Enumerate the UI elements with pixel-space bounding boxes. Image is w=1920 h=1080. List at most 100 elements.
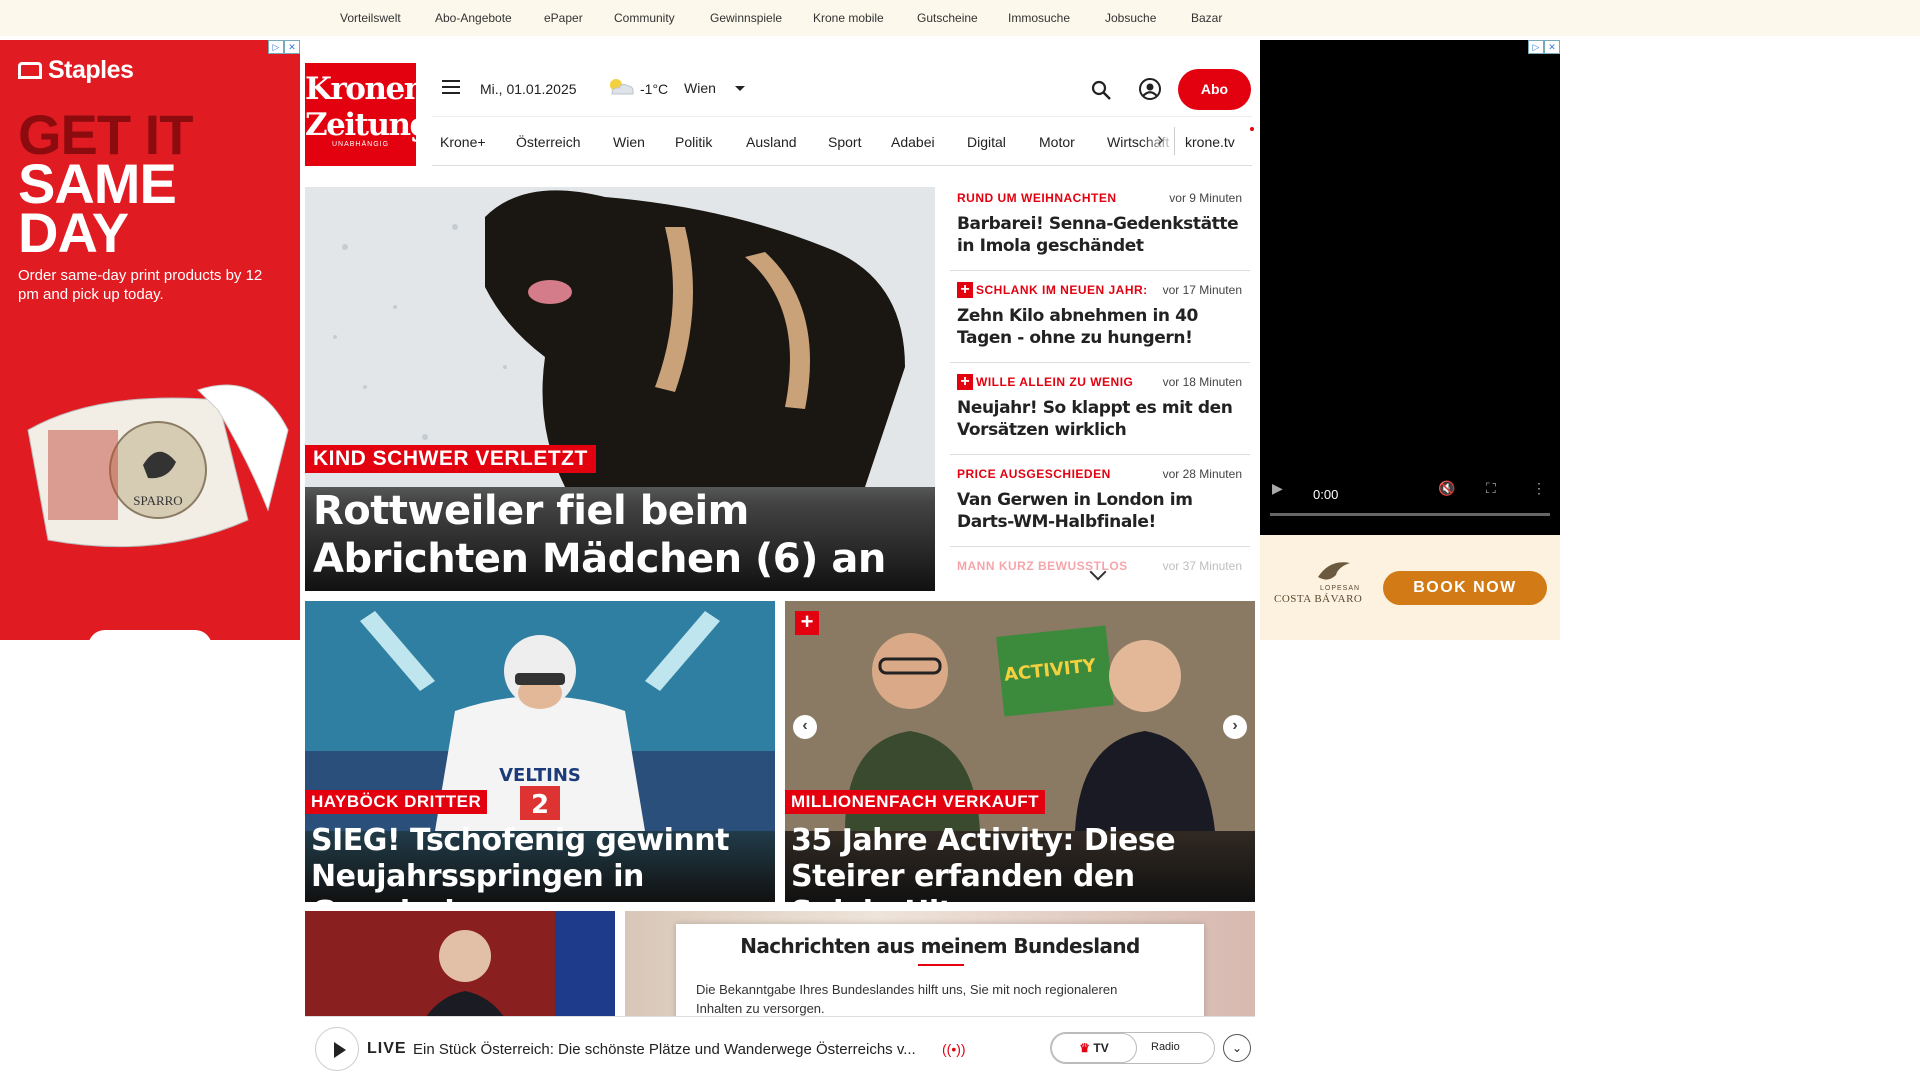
topnav-immosuche[interactable]: Immosuche — [1008, 11, 1070, 25]
popup-underline — [918, 964, 964, 966]
item-title[interactable]: Van Gerwen in London im Darts-WM-Halbfin… — [957, 489, 1247, 533]
ad-headline-line3: DAY — [18, 201, 129, 264]
nav-sport[interactable]: Sport — [828, 134, 861, 150]
nav-krone-tv[interactable]: krone.tv — [1185, 134, 1235, 150]
expand-chevron-icon[interactable]: ⌄ — [1223, 1034, 1251, 1062]
krone-plus-icon: + — [795, 611, 819, 635]
krone-plus-icon: + — [957, 282, 973, 298]
item-title[interactable]: Zehn Kilo abnehmen in 40 Tagen - ohne zu… — [957, 305, 1247, 349]
fullscreen-icon[interactable]: ⛶ — [1486, 480, 1496, 497]
logo-line2: Zeitung — [305, 107, 431, 143]
search-icon[interactable] — [1090, 79, 1112, 101]
radio-tab[interactable]: Radio — [1151, 1041, 1180, 1053]
live-player-bar: LIVE Ein Stück Österreich: Die schönste … — [305, 1016, 1255, 1080]
staples-logo: Staples — [18, 56, 134, 85]
video-progress-bar[interactable] — [1270, 513, 1550, 516]
item-time: vor 17 Minuten — [1162, 283, 1242, 297]
adchoices-icon[interactable]: ▷ — [1528, 40, 1544, 54]
list-item[interactable]: PRICE AUSGESCHIEDEN vor 28 Minuten Van G… — [950, 463, 1250, 547]
hero-title[interactable]: Rottweiler fiel beim Abrichten Mädchen (… — [313, 487, 886, 583]
topnav-gutscheine[interactable]: Gutscheine — [917, 11, 978, 25]
weather-cloud-sun-icon — [610, 79, 634, 95]
bib-text: VELTINS — [499, 765, 581, 786]
nav-adabei[interactable]: Adabei — [891, 134, 935, 150]
card2-kicker: MILLIONENFACH VERKAUFT — [785, 790, 1046, 814]
article-card-activity[interactable]: ACTIVITY + ‹ › MILLIONENFACH VERKAUFT 35… — [785, 601, 1255, 902]
abo-button[interactable]: Abo — [1178, 69, 1251, 110]
latest-news-list: RUND UM WEIHNACHTEN vor 9 Minuten Barbar… — [950, 187, 1250, 587]
user-account-icon[interactable] — [1138, 77, 1162, 101]
book-now-button[interactable]: BOOK NOW — [1383, 571, 1547, 605]
tv-radio-toggle[interactable]: ♛ TV Radio — [1050, 1032, 1215, 1064]
krone-plus-icon: + — [957, 374, 973, 390]
staples-ad[interactable]: ▷ ✕ Staples GET IT SAME DAY Order same-d… — [0, 40, 300, 640]
live-program-title[interactable]: Ein Stück Österreich: Die schönste Plätz… — [413, 1041, 916, 1058]
carousel-next-icon[interactable]: › — [1223, 715, 1247, 739]
topnav-vorteilswelt[interactable]: Vorteilswelt — [340, 11, 401, 25]
staples-logo-icon — [18, 62, 42, 79]
ad-close-icon[interactable]: ✕ — [1544, 40, 1560, 54]
card1-title-line2: Neujahrsspringen in Garmisch — [311, 859, 644, 902]
video-play-icon[interactable]: ▶ — [1272, 480, 1283, 497]
get-started-button[interactable]: Get started — [88, 630, 212, 640]
item-category: WILLE ALLEIN ZU WENIG — [976, 375, 1134, 389]
topnav-epaper[interactable]: ePaper — [544, 11, 583, 25]
item-category: PRICE AUSGESCHIEDEN — [957, 467, 1111, 481]
nav-wien[interactable]: Wien — [613, 134, 645, 150]
carousel-prev-icon[interactable]: ‹ — [793, 715, 817, 739]
card2-title-line2: Steirer erfanden den Spiele-Hit — [791, 859, 1135, 902]
tv-tab[interactable]: ♛ TV — [1051, 1033, 1137, 1063]
topnav-jobsuche[interactable]: Jobsuche — [1105, 11, 1156, 25]
topnav-bazar[interactable]: Bazar — [1191, 11, 1222, 25]
item-category: RUND UM WEIHNACHTEN — [957, 191, 1117, 205]
item-title[interactable]: Neujahr! So klappt es mit den Vorsätzen … — [957, 397, 1247, 441]
card1-kicker: HAYBÖCK DRITTER — [305, 790, 488, 814]
topnav-community[interactable]: Community — [614, 11, 675, 25]
topnav-abo-angebote[interactable]: Abo-Angebote — [435, 11, 512, 25]
ad-close-icon[interactable]: ✕ — [284, 40, 300, 54]
hero-title-line1: Rottweiler fiel beim — [313, 488, 749, 534]
hero-article[interactable]: KIND SCHWER VERLETZT Rottweiler fiel bei… — [305, 187, 935, 591]
play-button[interactable] — [315, 1027, 359, 1071]
nav-krone-plus[interactable]: Krone+ — [440, 134, 486, 150]
topnav-gewinnspiele[interactable]: Gewinnspiele — [710, 11, 782, 25]
poster-label: SPARRO — [133, 493, 182, 508]
popup-title: Nachrichten aus meinem Bundesland — [740, 934, 1140, 958]
temperature: -1°C — [640, 81, 669, 97]
nav-ausland[interactable]: Ausland — [746, 134, 797, 150]
mute-icon[interactable]: 🔇 — [1438, 480, 1455, 497]
list-item[interactable]: + WILLE ALLEIN ZU WENIG vor 18 Minuten N… — [950, 371, 1250, 455]
bib-number: 2 — [531, 790, 549, 820]
card1-title[interactable]: SIEG! Tschofenig gewinnt Neujahrsspringe… — [311, 823, 775, 902]
article-card-ski[interactable]: VELTINS 2 HAYBÖCK DRITTER SIEG! Tschofen… — [305, 601, 775, 902]
card2-title[interactable]: 35 Jahre Activity: Diese Steirer erfande… — [791, 823, 1255, 902]
card1-title-line1: SIEG! Tschofenig gewinnt — [311, 823, 729, 858]
list-item[interactable]: + SCHLANK IM NEUEN JAHR: vor 17 Minuten … — [950, 279, 1250, 363]
menu-icon[interactable] — [442, 80, 460, 94]
nav-scroll-right-icon[interactable]: › — [1157, 129, 1164, 152]
more-options-icon[interactable]: ⋮ — [1532, 480, 1546, 497]
crown-icon: ♛ — [1079, 1041, 1091, 1055]
nav-politik[interactable]: Politik — [675, 134, 712, 150]
play-icon — [334, 1042, 346, 1058]
item-time: vor 18 Minuten — [1162, 375, 1242, 389]
live-label: LIVE — [367, 1040, 407, 1057]
nav-motor[interactable]: Motor — [1039, 134, 1075, 150]
kronen-zeitung-logo[interactable]: Kronen Zeitung UNABHÄNGIG — [305, 63, 431, 166]
poster-image: SPARRO — [27, 384, 289, 548]
hero-kicker: KIND SCHWER VERLETZT — [305, 445, 596, 473]
item-time: vor 9 Minuten — [1169, 191, 1242, 205]
card2-title-line1: 35 Jahre Activity: Diese — [791, 823, 1176, 858]
nav-oesterreich[interactable]: Österreich — [516, 134, 581, 150]
list-item[interactable]: RUND UM WEIHNACHTEN vor 9 Minuten Barbar… — [950, 187, 1250, 271]
topnav-krone-mobile[interactable]: Krone mobile — [813, 11, 884, 25]
costa-brand-top: LOPESAN — [1320, 585, 1361, 592]
video-ad[interactable]: ▷ ✕ ▶ 0:00 🔇 ⛶ ⋮ — [1260, 40, 1560, 535]
item-title[interactable]: Barbarei! Senna-Gedenkstätte in Imola ge… — [957, 213, 1247, 257]
nav-digital[interactable]: Digital — [967, 134, 1006, 150]
chevron-down-icon[interactable] — [735, 86, 745, 91]
city-select[interactable]: Wien — [684, 80, 716, 96]
ad-headline: GET IT SAME DAY — [18, 107, 193, 264]
adchoices-icon[interactable]: ▷ — [268, 40, 284, 54]
costa-bavaro-ad[interactable]: LOPESAN COSTA BÁVARO BOOK NOW — [1260, 535, 1560, 640]
